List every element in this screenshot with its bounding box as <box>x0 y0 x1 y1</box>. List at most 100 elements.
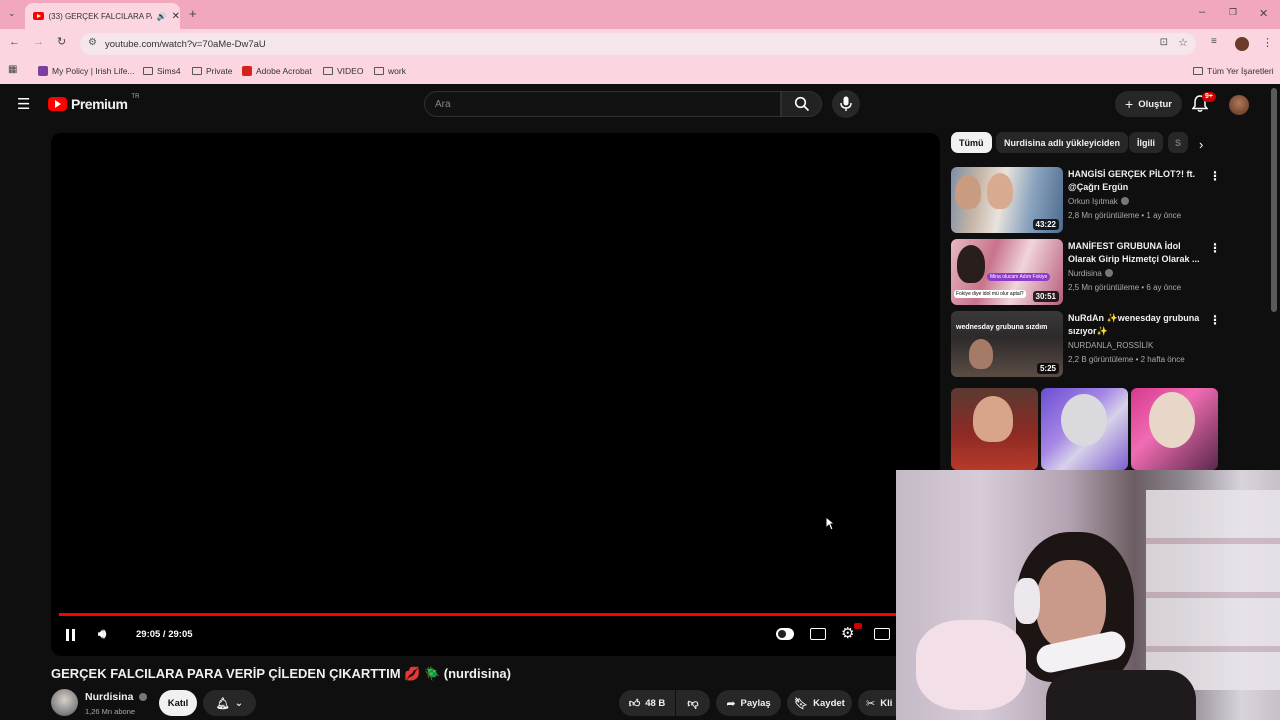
browser-tab[interactable]: (33) GERÇEK FALCILARA PA 🔊 ✕ <box>25 3 180 29</box>
bookmark-star-icon[interactable]: ☆ <box>1178 36 1188 49</box>
bookmark-item[interactable]: Adobe Acrobat <box>242 64 312 78</box>
chip-related[interactable]: İlgili <box>1129 132 1163 153</box>
site-info-icon[interactable]: ⚙ <box>88 37 97 48</box>
account-avatar[interactable] <box>1229 95 1249 115</box>
media-control-icon[interactable]: ≡ <box>1211 36 1217 47</box>
search-button[interactable] <box>781 91 822 117</box>
notifications-button[interactable]: 9+ <box>1192 92 1216 114</box>
recommendation-item[interactable]: Mina olucam Adım Fokiye Fokiye diye idol… <box>951 239 1221 305</box>
bookmarks-bar: ▦ My Policy | Irish Life... Sims4 Privat… <box>0 59 1280 84</box>
bookmark-folder[interactable]: Private <box>192 64 232 78</box>
install-icon[interactable]: ⊡ <box>1160 37 1168 48</box>
minimize-icon[interactable]: – <box>1199 6 1205 18</box>
shorts-thumbnail[interactable] <box>951 388 1038 470</box>
save-button[interactable]: 🔖︎ Kaydet <box>787 690 852 716</box>
tab-close-icon[interactable]: ✕ <box>172 11 180 22</box>
clip-button[interactable]: ✂ Kli <box>858 690 898 716</box>
profile-avatar[interactable] <box>1235 37 1249 51</box>
thumb-caption-a: Mina olucam Adım Fokiye <box>987 273 1051 281</box>
tab-search-icon[interactable]: ⌄ <box>8 8 16 19</box>
subtitles-icon[interactable] <box>810 628 826 640</box>
thumbs-up-icon: 👍︎ <box>628 697 641 710</box>
url-text: youtube.com/watch?v=70aMe-Dw7aU <box>105 38 266 50</box>
restore-icon[interactable]: ❐ <box>1229 7 1237 18</box>
speaker-icon[interactable]: 🔊 <box>157 12 167 21</box>
volume-icon[interactable]: 🔊︎ <box>98 626 106 642</box>
verified-icon <box>1104 269 1113 277</box>
create-button[interactable]: + Oluştur <box>1115 91 1182 117</box>
chevron-down-icon: ⌄ <box>234 697 244 709</box>
bookmark-item[interactable]: My Policy | Irish Life... <box>38 64 135 78</box>
logo-text: Premium <box>71 96 128 112</box>
join-button[interactable]: Katıl <box>159 690 197 716</box>
shorts-thumbnail[interactable] <box>1131 388 1218 470</box>
bookmark-folder[interactable]: work <box>374 64 406 78</box>
forward-icon[interactable]: → <box>33 36 44 48</box>
search-input[interactable]: Ara <box>424 91 781 117</box>
all-bookmarks-label: Tüm Yer İşaretleri <box>1207 66 1274 76</box>
shirt <box>1046 670 1196 720</box>
youtube-logo[interactable]: Premium TR <box>48 94 139 112</box>
back-icon[interactable]: ← <box>9 36 20 48</box>
time-display: 29:05 / 29:05 <box>136 629 193 640</box>
bookmark-label: work <box>388 66 406 76</box>
new-tab-icon[interactable]: + <box>189 6 197 21</box>
settings-gear-icon[interactable]: ⚙ <box>841 624 854 642</box>
channel-name[interactable]: Nurdisina <box>85 691 148 703</box>
bookmark-folder[interactable]: Sims4 <box>143 64 181 78</box>
more-actions-icon[interactable]: ⋮ <box>1209 241 1221 255</box>
recommendation-title: MANİFEST GRUBUNA İdol Olarak Girip Hizme… <box>1068 241 1200 264</box>
share-button[interactable]: ➦ Paylaş <box>716 690 781 716</box>
folder-icon <box>192 67 202 75</box>
page-scrollbar[interactable] <box>1271 88 1277 312</box>
like-button[interactable]: 👍︎ 48 B <box>619 690 675 716</box>
channel-avatar[interactable] <box>51 689 78 716</box>
chip-all[interactable]: Tümü <box>951 132 992 153</box>
miniplayer-icon[interactable] <box>874 628 890 640</box>
bookmark-label: Adobe Acrobat <box>256 66 312 76</box>
address-bar[interactable]: ⚙ youtube.com/watch?v=70aMe-Dw7aU ⊡ ☆ <box>80 33 1196 55</box>
bookmark-folder[interactable]: VIDEO <box>323 64 363 78</box>
recommendation-meta: 2,2 B görüntüleme • 2 hafta önce <box>1068 355 1185 364</box>
duration-badge: 5:25 <box>1036 363 1059 374</box>
recommendation-item[interactable]: wednesday grubuna sızdım 5:25 NuRdAn ✨we… <box>951 311 1221 377</box>
window-close-icon[interactable]: ✕ <box>1259 7 1268 20</box>
more-actions-icon[interactable]: ⋮ <box>1209 169 1221 183</box>
hamburger-menu-icon[interactable]: ☰ <box>17 95 30 113</box>
chip-partial[interactable]: S <box>1168 132 1188 153</box>
recommendation-channel: Orkun Işıtmak <box>1068 197 1129 206</box>
reload-icon[interactable]: ↻ <box>57 35 66 48</box>
player-controls: 🔊︎ 29:05 / 29:05 ⚙ <box>51 623 940 648</box>
more-actions-icon[interactable]: ⋮ <box>1209 313 1221 327</box>
thumb-person-center <box>987 173 1013 209</box>
menu-icon[interactable]: ⋮ <box>1262 36 1273 49</box>
folder-icon <box>323 67 333 75</box>
verified-icon <box>139 693 148 701</box>
pause-icon[interactable] <box>66 629 76 641</box>
progress-bar[interactable] <box>59 613 899 616</box>
create-label: Oluştur <box>1138 98 1172 110</box>
video-thumbnail[interactable]: 43:22 <box>951 167 1063 233</box>
chevron-right-icon[interactable]: › <box>1199 137 1203 152</box>
all-bookmarks[interactable]: Tüm Yer İşaretleri <box>1193 64 1274 78</box>
video-thumbnail[interactable]: wednesday grubuna sızdım 5:25 <box>951 311 1063 377</box>
channel-text: Orkun Işıtmak <box>1068 197 1118 206</box>
clip-label: Kli <box>880 697 893 709</box>
like-count: 48 B <box>645 697 666 709</box>
dislike-button[interactable]: 👎︎ <box>676 690 710 716</box>
chip-label: Tümü <box>959 137 984 148</box>
apps-grid-icon[interactable]: ▦ <box>8 64 17 75</box>
acrobat-icon <box>242 66 252 76</box>
recommendation-item[interactable]: 43:22 HANGİSİ GERÇEK PİLOT?! ft. @Çağrı … <box>951 167 1221 233</box>
chip-from-uploader[interactable]: Nurdisina adlı yükleyiciden <box>996 132 1129 153</box>
shelf-decor <box>1146 490 1280 690</box>
voice-search-button[interactable] <box>832 90 860 118</box>
video-thumbnail[interactable]: Mina olucam Adım Fokiye Fokiye diye idol… <box>951 239 1063 305</box>
video-player[interactable]: 🔊︎ 29:05 / 29:05 ⚙ <box>51 133 940 656</box>
youtube-header: ☰ Premium TR Ara + Oluştur 9+ <box>0 84 1280 124</box>
subscribe-bell-button[interactable]: 🔔︎ ⌄ <box>203 690 256 716</box>
browser-toolbar: ← → ↻ ⚙ youtube.com/watch?v=70aMe-Dw7aU … <box>0 29 1280 59</box>
plus-icon: + <box>1125 96 1134 112</box>
autoplay-toggle-icon[interactable] <box>776 628 794 640</box>
shorts-thumbnail[interactable] <box>1041 388 1128 470</box>
